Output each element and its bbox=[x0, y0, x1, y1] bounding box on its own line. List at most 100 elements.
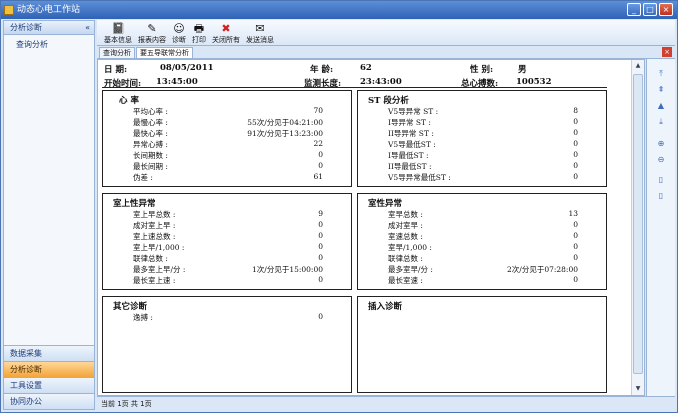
close-button[interactable]: × bbox=[659, 3, 673, 16]
report-row-label: 最多室早/分 : bbox=[388, 265, 433, 274]
report-row-label: V5导异常最低ST : bbox=[388, 173, 451, 182]
report-row-value: 0 bbox=[318, 150, 323, 159]
report-row-label: V5导异常 ST : bbox=[388, 107, 439, 116]
report-row: II导异常 ST : 0 bbox=[358, 128, 606, 138]
report-row: 成对室早 : 0 bbox=[358, 220, 606, 230]
nav-tools[interactable]: 工具设置 bbox=[4, 377, 94, 393]
scroll-up-icon[interactable]: ▲ bbox=[633, 61, 643, 71]
report-row-value: 0 bbox=[318, 220, 323, 229]
report-row-value: 0 bbox=[318, 161, 323, 170]
insert-diagnosis-title: 插入诊断 bbox=[368, 302, 403, 312]
report-row: 平均心率 : 70 bbox=[103, 106, 351, 116]
report-row-value: 0 bbox=[318, 275, 323, 284]
sidebar-header-label: 分析诊断 bbox=[10, 23, 42, 32]
report-row: 室上速总数 : 0 bbox=[103, 231, 351, 241]
sidebar-item-query[interactable]: 查询分析 bbox=[4, 35, 94, 50]
report-row-label: 平均心率 : bbox=[133, 107, 168, 116]
report-row: 长间期数 : 0 bbox=[103, 150, 351, 160]
first-page-icon[interactable]: ⤒ bbox=[656, 69, 666, 79]
report-row-value: 0 bbox=[573, 172, 578, 181]
prev-icon[interactable]: ▲ bbox=[656, 101, 666, 111]
zoom-out-icon[interactable]: ⊖ bbox=[656, 155, 666, 165]
close-all-button[interactable]: ✖ 关闭所有 bbox=[209, 20, 243, 46]
report-row-value: 0 bbox=[573, 220, 578, 229]
report-row-value: 0 bbox=[318, 231, 323, 240]
report-row: V5导最低ST : 0 bbox=[358, 139, 606, 149]
close-tab-icon[interactable]: × bbox=[662, 47, 672, 57]
report-row-label: 最长室速 : bbox=[388, 276, 423, 285]
report-row-label: II导最低ST : bbox=[388, 162, 432, 171]
date-value: 08/05/2011 bbox=[160, 63, 214, 73]
last-page-icon[interactable]: ⤓ bbox=[656, 117, 666, 127]
report-row: V5导异常 ST : 8 bbox=[358, 106, 606, 116]
report-row-value: 61 bbox=[313, 172, 323, 181]
report-row-value: 0 bbox=[318, 242, 323, 251]
minimize-button[interactable]: _ bbox=[627, 3, 641, 16]
age-label: 年 龄: bbox=[310, 65, 334, 75]
doctor-icon: ☺ bbox=[173, 22, 185, 35]
print-button[interactable]: 🖶 打印 bbox=[189, 20, 209, 46]
pen-icon: ✎ bbox=[147, 22, 157, 35]
report-row-value: 2次/分见于07:28:00 bbox=[507, 265, 578, 274]
report-row: II导最低ST : 0 bbox=[358, 161, 606, 171]
window-title: 动态心电工作站 bbox=[17, 5, 81, 15]
report-row: 室上早总数 : 9 bbox=[103, 209, 351, 219]
report-row-label: 室上早/1,000 : bbox=[133, 243, 185, 252]
other-diagnosis-title: 其它诊断 bbox=[113, 302, 148, 312]
page-up-icon[interactable]: ⇞ bbox=[656, 85, 666, 95]
ventricular-box: 室性异常 室早总数 :13 成对室早 :0 室速总数 :0 室早/1,000 :0 联律… bbox=[357, 193, 607, 290]
page-icon[interactable]: ▯ bbox=[656, 175, 666, 185]
report-row-value: 70 bbox=[313, 106, 323, 115]
supraventricular-box: 室上性异常 室上早总数 :9 成对室上早 :0 室上速总数 :0 室上早/1,000 … bbox=[102, 193, 352, 290]
ventricular-title: 室性异常 bbox=[368, 199, 403, 209]
report-row-value: 91次/分见于13:23:00 bbox=[247, 129, 323, 138]
maximize-button[interactable]: □ bbox=[643, 3, 657, 16]
tab-query[interactable]: 查询分析 bbox=[99, 47, 135, 58]
report-row: 联律总数 : 0 bbox=[358, 253, 606, 263]
sidebar: 分析诊断 « 查询分析 数据采集 分析诊断 工具设置 协同办公 bbox=[3, 20, 95, 410]
heart-rate-box: 心 率 平均心率 : 70 最慢心率 : 55次/分见于04:21:00 最快心率 : 9… bbox=[102, 90, 352, 187]
report-row-value: 0 bbox=[318, 253, 323, 262]
report-row: 最长室上速 : 0 bbox=[103, 275, 351, 285]
report-row: I导异常 ST : 0 bbox=[358, 117, 606, 127]
report-row-label: 长间期数 : bbox=[133, 151, 168, 160]
status-bar: 当前 1页 共 1页 bbox=[97, 396, 675, 410]
report-row: 室速总数 : 0 bbox=[358, 231, 606, 241]
report-row-label: 室早/1,000 : bbox=[388, 243, 432, 252]
send-message-button[interactable]: ✉ 发送消息 bbox=[243, 20, 277, 46]
vertical-scrollbar[interactable]: ▲ ▼ bbox=[631, 60, 644, 395]
report-row-value: 0 bbox=[573, 242, 578, 251]
nav-data-collect[interactable]: 数据采集 bbox=[4, 345, 94, 361]
sidebar-header[interactable]: 分析诊断 « bbox=[4, 21, 94, 35]
report-document: 日 期: 08/05/2011 年 龄: 62 性 别: 男 开始时间: 13:… bbox=[97, 59, 645, 396]
report-row: 最多室上早/分 : 1次/分见于15:00:00 bbox=[103, 264, 351, 274]
report-content-button[interactable]: ✎ 报表内容 bbox=[135, 20, 169, 46]
report-row-label: 联律总数 : bbox=[133, 254, 168, 263]
title-bar: 动态心电工作站 _ □ × bbox=[1, 1, 677, 19]
report-row-label: 最长间期 : bbox=[133, 162, 168, 171]
start-value: 13:45:00 bbox=[156, 77, 198, 87]
beats-value: 100532 bbox=[516, 77, 552, 87]
tab-analysis[interactable]: 要五导联常分析 bbox=[136, 47, 193, 58]
diagnose-button[interactable]: ☺ 诊断 bbox=[169, 20, 189, 46]
zoom-in-icon[interactable]: ⊕ bbox=[656, 139, 666, 149]
pages-icon[interactable]: ▯ bbox=[656, 191, 666, 201]
basic-info-button[interactable]: 📓 基本信息 bbox=[101, 20, 135, 46]
supraventricular-title: 室上性异常 bbox=[113, 199, 156, 209]
report-row-label: 成对室早 : bbox=[388, 221, 423, 230]
report-row-value: 0 bbox=[573, 231, 578, 240]
collapse-icon[interactable]: « bbox=[85, 21, 90, 35]
report-row-value: 0 bbox=[573, 128, 578, 137]
scroll-thumb[interactable] bbox=[633, 74, 643, 374]
report-row-value: 0 bbox=[573, 275, 578, 284]
report-row-value: 9 bbox=[318, 209, 323, 218]
st-box: ST 段分析 V5导异常 ST :8 I导异常 ST :0 II导异常 ST :0V… bbox=[357, 90, 607, 187]
report-row-label: 成对室上早 : bbox=[133, 221, 176, 230]
report-row-label: 室上早总数 : bbox=[133, 210, 176, 219]
insert-diagnosis-box[interactable]: 插入诊断 bbox=[357, 296, 607, 393]
nav-analysis[interactable]: 分析诊断 bbox=[4, 361, 94, 377]
nav-office[interactable]: 协同办公 bbox=[4, 393, 94, 409]
toolbar: 📓 基本信息 ✎ 报表内容 ☺ 诊断 🖶 打印 ✖ 关闭所有 ✉ 发送消息 bbox=[97, 20, 675, 46]
report-row-value: 0 bbox=[573, 139, 578, 148]
scroll-down-icon[interactable]: ▼ bbox=[633, 384, 643, 394]
